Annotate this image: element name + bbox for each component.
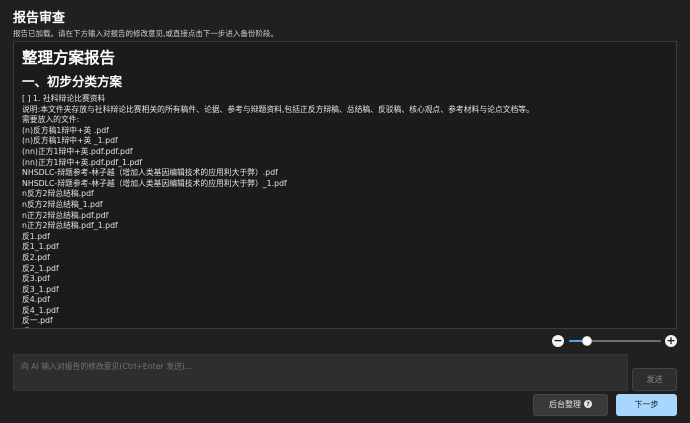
report-line: 说明:本文件夹存放与社科辩论比赛相关的所有稿件、论据、参考与辩题资料,包括正反方… [22,104,534,114]
zoom-control: − + [552,334,678,348]
ai-feedback-input[interactable] [13,354,628,391]
report-line: 反1.pdf [22,231,50,241]
send-button[interactable]: 发送 [632,368,677,391]
report-line: n正方2辩总结稿.pdf.pdf [22,210,109,220]
help-icon: ? [584,399,592,408]
zoom-slider-thumb[interactable] [582,336,593,346]
report-line: (n)反方稿1辩中+英 _1.pdf [22,136,118,146]
report-line: 反4.pdf [22,295,50,305]
zoom-out-button[interactable]: − [552,335,564,347]
page-title: 报告审查 [13,11,66,26]
report-line: 反3.pdf [22,274,50,284]
report-heading: 整理方案报告 [22,49,116,67]
page-subtitle: 报告已加载。请在下方输入对报告的修改意见,或直接点击下一步进入备份阶段。 [13,29,278,38]
report-line: n反方2辩总结稿_1.pdf [22,199,103,209]
report-line: 反3_1.pdf [22,284,59,294]
report-line: (nn)正方1辩中+英.pdf.pdf_1.pdf [22,157,143,167]
report-line: [ ] 1. 社科辩论比赛资料 [22,94,106,103]
report-line: 反2.pdf [22,252,50,262]
next-step-button[interactable]: 下一步 [616,394,677,416]
report-line: 反一_1.pdf [22,327,668,328]
report-line: 反1_1.pdf [22,242,59,252]
report-viewer[interactable]: 整理方案报告 一、初步分类方案 [ ] 1. 社科辩论比赛资料 说明:本文件夹存放… [13,41,677,329]
report-review-page: 报告审查 报告已加载。请在下方输入对报告的修改意见,或直接点击下一步进入备份阶段… [0,0,690,423]
report-line: 反一.pdf [22,316,53,326]
report-line: 反4_1.pdf [22,305,59,315]
report-line: NHSDLC-辩题参考-林子越（增加人类基因编辑技术的应用利大于弊）_1.pdf [22,178,287,188]
report-line: (nn)正方1辩中+英.pdf.pdf.pdf [22,146,133,156]
report-line: 需要放入的文件: [22,115,80,125]
report-line: n反方2辩总结稿.pdf [22,189,94,199]
report-line: 反2_1.pdf [22,263,59,273]
background-organize-label: 后台整理 [549,400,581,409]
report-line: (n)反方稿1辩中+英 .pdf [22,125,109,135]
report-section-heading: 一、初步分类方案 [22,74,123,89]
zoom-in-button[interactable]: + [665,335,677,347]
report-line: n正方2辩总结稿.pdf_1.pdf [22,221,118,231]
report-body: [ ] 1. 社科辩论比赛资料 说明:本文件夹存放与社科辩论比赛相关的所有稿件、论… [22,94,668,328]
report-line: NHSDLC-辩题参考-林子越（增加人类基因编辑技术的应用利大于弊）.pdf [22,168,278,178]
background-organize-button[interactable]: 后台整理? [533,394,608,416]
